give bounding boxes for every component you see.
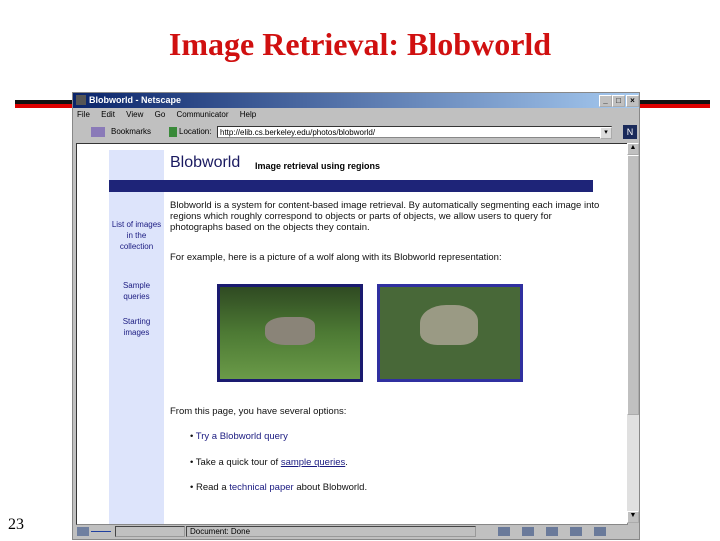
maximize-button[interactable]: □ (612, 95, 625, 107)
minimize-button[interactable]: _ (599, 95, 612, 107)
scroll-down-button[interactable]: ▼ (627, 511, 639, 523)
browser-window: Blobworld - Netscape _ □ × File Edit Vie… (72, 92, 640, 540)
option-sample-queries: • Take a quick tour of sample queries. (190, 457, 348, 468)
netscape-icon (76, 95, 86, 105)
page-subtitle: Image retrieval using regions (255, 161, 381, 171)
divider-right (640, 100, 710, 108)
sidebar-link-sample-queries[interactable]: Sample queries (109, 280, 164, 302)
option-text: Take a quick tour of (195, 457, 281, 468)
menu-communicator[interactable]: Communicator (177, 110, 229, 119)
sidebar: List of images in the collection Sample … (109, 150, 164, 524)
divider-left (15, 100, 73, 108)
scroll-up-button[interactable]: ▲ (627, 143, 639, 155)
try-query-link[interactable]: Try a Blobworld query (196, 431, 288, 442)
sample-queries-link[interactable]: sample queries (281, 457, 345, 468)
vertical-scrollbar[interactable]: ▲ ▼ (627, 143, 639, 523)
menu-go[interactable]: Go (155, 110, 166, 119)
option-technical-paper: • Read a technical paper about Blobworld… (190, 482, 368, 493)
example-text: For example, here is a picture of a wolf… (170, 252, 502, 263)
option-text: Read a (195, 482, 230, 493)
close-button[interactable]: × (626, 95, 639, 107)
wolf-blob (420, 305, 478, 345)
option-try-query: • Try a Blobworld query (190, 431, 288, 442)
progress-cell (115, 526, 185, 537)
sidebar-link-starting-images[interactable]: Starting images (109, 316, 164, 338)
window-title: Blobworld - Netscape (89, 95, 182, 105)
menu-file[interactable]: File (77, 110, 90, 119)
bookmarks-button[interactable]: Bookmarks (111, 123, 151, 141)
slide-title: Image Retrieval: Blobworld (168, 26, 552, 62)
blob-representation-image[interactable] (377, 284, 523, 382)
intro-text: Blobworld is a system for content-based … (170, 200, 600, 233)
technical-paper-link[interactable]: technical paper (229, 482, 293, 493)
title-bar: Blobworld - Netscape _ □ × (73, 93, 639, 108)
wolf-image[interactable] (217, 284, 363, 382)
component-bar-icons[interactable] (498, 527, 618, 536)
menu-edit[interactable]: Edit (101, 110, 115, 119)
bookmarks-icon (91, 127, 105, 137)
netscape-logo-icon: N (623, 125, 637, 139)
header-band (109, 180, 593, 192)
menu-bar: File Edit View Go Communicator Help (77, 109, 265, 121)
menu-view[interactable]: View (126, 110, 143, 119)
slide-number: 23 (8, 516, 24, 533)
url-dropdown-icon[interactable]: ▾ (600, 127, 612, 139)
blobworld-logo: Blobworld (170, 154, 241, 171)
wolf-figure (265, 317, 315, 345)
url-input[interactable]: http://elib.cs.berkeley.edu/photos/blobw… (217, 126, 612, 138)
option-text: about Blobworld. (293, 482, 368, 493)
scroll-thumb[interactable] (627, 155, 639, 415)
options-intro: From this page, you have several options… (170, 406, 347, 417)
option-text: . (345, 457, 348, 468)
location-label: Location: (179, 127, 212, 136)
sidebar-link-image-list[interactable]: List of images in the collection (109, 219, 164, 252)
status-text: Document: Done (186, 526, 476, 537)
menu-help[interactable]: Help (240, 110, 256, 119)
page-content: List of images in the collection Sample … (76, 143, 628, 525)
location-icon (169, 127, 177, 137)
status-bar: Document: Done (73, 524, 639, 539)
security-icon[interactable] (77, 527, 89, 536)
location-toolbar: Bookmarks Location: http://elib.cs.berke… (77, 123, 637, 141)
